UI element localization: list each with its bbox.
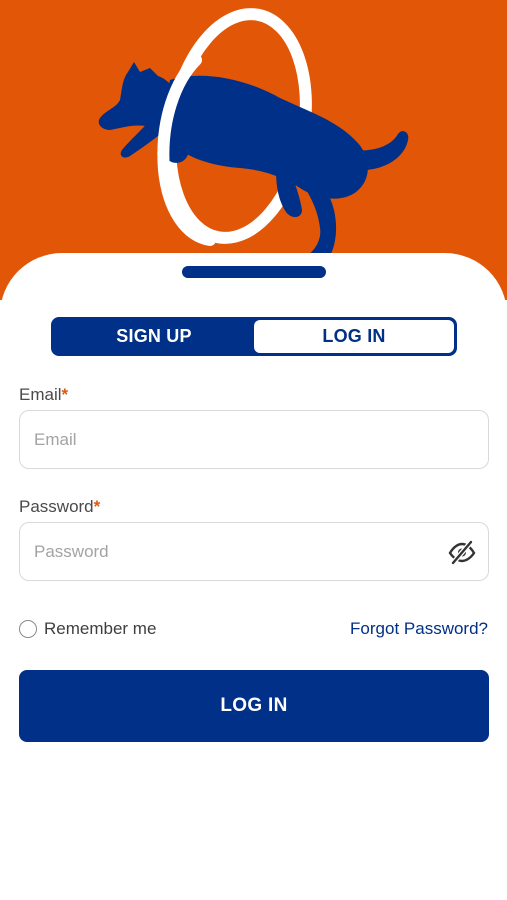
- email-input[interactable]: [34, 411, 434, 468]
- remember-me-option[interactable]: Remember me: [19, 619, 156, 639]
- tab-sign-up[interactable]: SIGN UP: [54, 320, 254, 353]
- password-input[interactable]: [34, 523, 434, 580]
- eye-slash-icon[interactable]: [448, 539, 476, 565]
- password-required-mark: *: [93, 497, 101, 516]
- password-label-text: Password: [19, 497, 94, 516]
- password-field[interactable]: [19, 522, 489, 581]
- login-sheet: SIGN UP LOG IN Email* Password* Remember…: [0, 253, 507, 900]
- remember-me-label: Remember me: [44, 619, 157, 638]
- email-label-text: Email: [19, 385, 62, 404]
- log-in-button[interactable]: LOG IN: [19, 670, 489, 742]
- tab-log-in[interactable]: LOG IN: [254, 320, 454, 353]
- email-field[interactable]: [19, 410, 489, 469]
- remember-me-radio[interactable]: [19, 620, 37, 638]
- password-label: Password*: [19, 497, 100, 517]
- email-required-mark: *: [61, 385, 69, 404]
- auth-mode-toggle: SIGN UP LOG IN: [51, 317, 457, 356]
- sheet-grabber-handle[interactable]: [182, 266, 326, 278]
- forgot-password-link[interactable]: Forgot Password?: [350, 619, 488, 639]
- email-label: Email*: [19, 385, 68, 405]
